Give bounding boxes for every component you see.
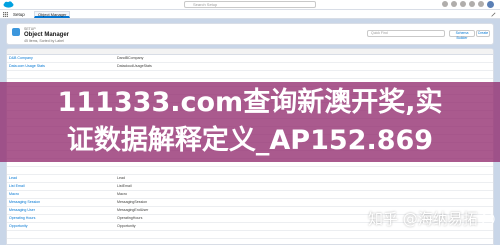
object-label-link[interactable]: Macro	[7, 191, 117, 198]
watermark-text: 知乎 @海纳易拓	[368, 210, 478, 228]
api-name-cell: Opportunity	[117, 224, 136, 228]
notifications-bell-icon[interactable]	[478, 1, 484, 7]
object-label-link[interactable]	[7, 71, 117, 78]
table-row	[7, 231, 493, 239]
help-icon[interactable]	[460, 1, 466, 7]
api-name-cell: ListEmail	[117, 184, 132, 188]
global-header: Search Setup	[0, 0, 500, 10]
bird-logo-icon	[481, 211, 495, 226]
table-row	[7, 167, 493, 175]
app-launcher-icon[interactable]	[3, 12, 8, 17]
api-name-cell: MessagingEndUser	[117, 208, 149, 212]
overlay-headline-line-1: 111333.com查询新澳开奖,实	[57, 87, 443, 118]
row-filler-cell	[237, 175, 493, 182]
object-manager-header: SETUP Object Manager 45 Items, Sorted by…	[6, 23, 494, 45]
object-label-link[interactable]	[7, 239, 117, 244]
table-row: Macro Macro	[7, 191, 493, 199]
row-filler-cell	[237, 167, 493, 174]
overlay-headline-line-2: 证数据解释定义_AP152.869	[66, 125, 434, 156]
favorites-icon[interactable]	[442, 1, 448, 7]
object-manager-icon	[12, 28, 20, 36]
object-label-link[interactable]: Lead	[7, 175, 117, 182]
object-label-link[interactable]: Operating Hours	[7, 215, 117, 222]
row-filler-cell	[237, 239, 493, 244]
row-filler-cell	[237, 199, 493, 206]
search-setup-input[interactable]: Search Setup	[184, 1, 316, 8]
row-filler-cell	[237, 63, 493, 70]
object-label-link[interactable]: List Email	[7, 183, 117, 190]
api-name-cell: DatacloudUsageStats	[117, 64, 152, 68]
table-row: Messaging Session MessagingSession	[7, 199, 493, 207]
schema-builder-button[interactable]: Schema Builder	[449, 30, 475, 40]
api-name-cell: MessagingSession	[117, 200, 148, 204]
table-row: List Email ListEmail	[7, 183, 493, 191]
tab-object-manager[interactable]: Object Manager	[34, 11, 71, 18]
object-label-link[interactable]: Data.com Usage Stats	[7, 63, 117, 70]
add-icon[interactable]	[451, 1, 457, 7]
edit-nav-pencil-icon[interactable]	[491, 12, 496, 17]
api-name-cell: Macro	[117, 192, 127, 196]
api-name-cell	[117, 167, 237, 174]
watermark: 知乎 @海纳易拓	[368, 208, 495, 229]
api-name-cell	[117, 71, 237, 78]
page-title: Object Manager	[24, 32, 70, 38]
quick-find-input[interactable]: Quick Find	[367, 30, 445, 37]
object-label-link[interactable]: Opportunity	[7, 223, 117, 230]
setup-tab-bar: Setup Object Manager	[0, 10, 500, 19]
avatar[interactable]	[487, 1, 494, 8]
create-button[interactable]: Create	[476, 30, 490, 37]
settings-gear-icon[interactable]	[469, 1, 475, 7]
table-row: Data.com Usage Stats DatacloudUsageStats	[7, 63, 493, 71]
row-filler-cell	[237, 55, 493, 62]
api-name-cell	[117, 239, 237, 244]
breadcrumb: SETUP	[24, 27, 36, 31]
api-name-cell	[117, 231, 237, 238]
utility-icons	[442, 1, 494, 8]
row-filler-cell	[237, 191, 493, 198]
object-label-link[interactable]	[7, 231, 117, 238]
item-count-subtitle: 45 Items, Sorted by Label	[24, 39, 64, 43]
salesforce-cloud-logo-icon[interactable]	[3, 1, 14, 8]
api-name-cell: OperatingHours	[117, 216, 143, 220]
table-row	[7, 71, 493, 79]
object-label-link[interactable]: D&B Company	[7, 55, 117, 62]
object-label-link[interactable]: Messaging Session	[7, 199, 117, 206]
table-row: Lead Lead	[7, 175, 493, 183]
row-filler-cell	[237, 71, 493, 78]
object-label-link[interactable]	[7, 167, 117, 174]
tab-setup[interactable]: Setup	[13, 12, 25, 17]
object-label-link[interactable]: Messaging User	[7, 207, 117, 214]
api-name-cell: DandBCompany	[117, 56, 144, 60]
api-name-cell: Lead	[117, 176, 125, 180]
table-row: D&B Company DandBCompany	[7, 55, 493, 63]
row-filler-cell	[237, 183, 493, 190]
row-filler-cell	[237, 231, 493, 238]
table-row	[7, 239, 493, 244]
